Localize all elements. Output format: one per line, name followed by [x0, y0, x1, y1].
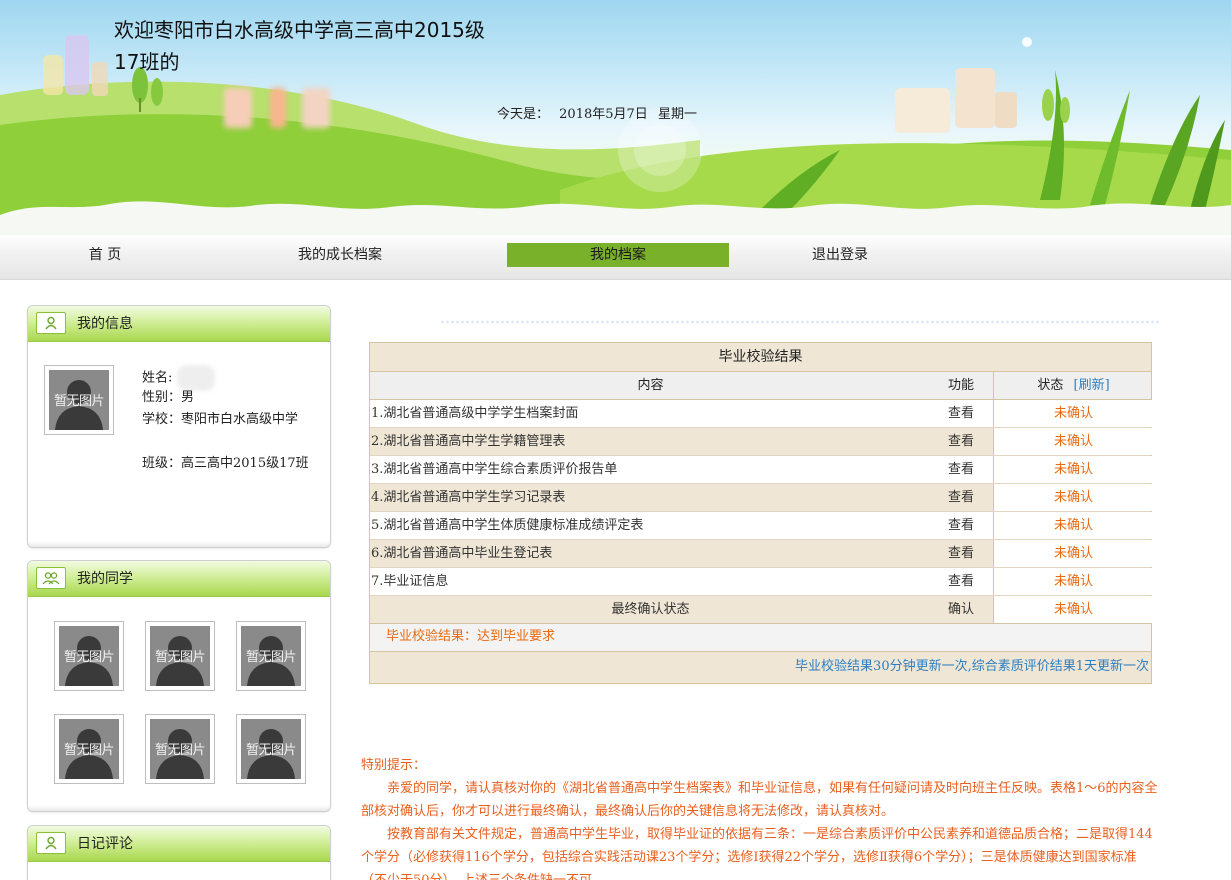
today-date: 今天是： 2018年5月7日 星期一: [497, 103, 703, 122]
row-content: 4.湖北省普通高中学生学习记录表: [371, 490, 566, 505]
nav-item-logout[interactable]: 退出登录: [780, 243, 900, 267]
avatar-placeholder-caption: 暂无图片: [245, 650, 297, 665]
table-header-row: 内容 功能 状态 [刷新]: [370, 372, 1151, 400]
classmate-avatar[interactable]: 暂无图片: [236, 621, 306, 691]
class-field: 班级：高三高中2015级17班: [142, 456, 309, 471]
table-row: 3.湖北省普通高中学生综合素质评价报告单 查看 未确认: [370, 456, 1153, 484]
avatar-placeholder-caption: 暂无图片: [154, 743, 206, 758]
notice-paragraph: 按教育部有关文件规定，普通高中学生毕业，取得毕业证的依据有三条：一是综合素质评价…: [361, 827, 1153, 880]
my-avatar: 暂无图片: [44, 365, 114, 435]
classmates-title: 我的同学: [77, 571, 133, 587]
avatar-placeholder-caption: 暂无图片: [245, 743, 297, 758]
status-badge: 未确认: [993, 428, 1153, 455]
header-status-label: 状态: [1037, 378, 1064, 393]
row-content: 1.湖北省普通高级中学学生档案封面: [371, 406, 579, 421]
classmates-header: 我的同学: [28, 561, 330, 597]
special-notice: 特别提示： 亲爱的同学，请认真核对你的《湖北省普通高中学生档案表》和毕业证信息，…: [361, 754, 1161, 880]
status-badge: 未确认: [993, 484, 1153, 511]
table-row: 2.湖北省普通高中学生学籍管理表 查看 未确认: [370, 428, 1153, 456]
nav-item-growth-archive[interactable]: 我的成长档案: [270, 243, 410, 267]
view-link[interactable]: 查看: [930, 456, 992, 483]
school-field: 学校：枣阳市白水高级中学: [142, 412, 299, 427]
group-icon: [36, 567, 66, 589]
avatar-placeholder-caption: 暂无图片: [63, 650, 115, 665]
status-badge: 未确认: [993, 456, 1153, 483]
main-nav: 首 页 我的成长档案 我的档案 退出登录: [0, 235, 1231, 280]
header-content: 内容: [637, 378, 664, 393]
row-content: 6.湖北省普通高中毕业生登记表: [371, 546, 553, 561]
classmates-panel: 我的同学 暂无图片 暂无图片 暂无图片 暂无图片 暂无图片 暂无图片: [27, 560, 331, 812]
status-badge: 未确认: [993, 512, 1153, 539]
view-link[interactable]: 查看: [930, 512, 992, 539]
classmate-avatar[interactable]: 暂无图片: [145, 714, 215, 784]
diary-title: 日记评论: [77, 836, 133, 852]
view-link[interactable]: 查看: [930, 484, 992, 511]
table-row: 1.湖北省普通高级中学学生档案封面 查看 未确认: [370, 400, 1153, 428]
header-banner: 欢迎枣阳市白水高级中学高三高中2015级17班的 今天是： 2018年5月7日 …: [0, 0, 1231, 235]
avatar-placeholder-caption: 暂无图片: [63, 743, 115, 758]
row-content: 5.湖北省普通高中学生体质健康标准成绩评定表: [371, 518, 644, 533]
confirm-button[interactable]: 确认: [930, 596, 992, 623]
classmate-avatar[interactable]: 暂无图片: [145, 621, 215, 691]
refresh-link[interactable]: [刷新]: [1074, 378, 1110, 393]
final-label: 最终确认状态: [611, 602, 690, 617]
header-status: 状态 [刷新]: [993, 372, 1153, 399]
avatar-placeholder-caption: 暂无图片: [154, 650, 206, 665]
my-info-panel: 我的信息 暂无图片 姓名: 性别：男 学校：枣阳市白水高级中学 班级：高三高中2…: [27, 305, 331, 548]
graduation-verification-table: 毕业校验结果 内容 功能 状态 [刷新] 1.湖北省普通高级中学学生档案封面 查…: [369, 342, 1153, 684]
row-content: 2.湖北省普通高中学生学籍管理表: [371, 434, 566, 449]
classmate-avatar[interactable]: 暂无图片: [54, 621, 124, 691]
name-label: 姓名:: [142, 370, 173, 386]
view-link[interactable]: 查看: [930, 540, 992, 567]
row-content: 3.湖北省普通高中学生综合素质评价报告单: [371, 462, 618, 477]
view-link[interactable]: 查看: [930, 428, 992, 455]
dotted-divider: [440, 319, 1160, 325]
weekday-value: 星期一: [657, 107, 697, 122]
welcome-message: 欢迎枣阳市白水高级中学高三高中2015级17班的: [114, 18, 485, 74]
verification-result: 毕业校验结果：达到毕业要求: [370, 624, 1151, 652]
notice-heading: 特别提示：: [361, 758, 427, 773]
today-label: 今天是：: [497, 107, 550, 122]
table-row: 4.湖北省普通高中学生学习记录表 查看 未确认: [370, 484, 1153, 512]
date-value: 2018年5月7日: [559, 107, 648, 122]
avatar-placeholder-caption: 暂无图片: [53, 394, 105, 409]
classmate-avatar[interactable]: 暂无图片: [236, 714, 306, 784]
final-status-badge: 未确认: [993, 596, 1153, 623]
view-link[interactable]: 查看: [930, 568, 992, 595]
my-info-header: 我的信息: [28, 306, 330, 342]
final-confirm-row: 最终确认状态 确认 未确认: [370, 596, 1153, 624]
notice-paragraph: 亲爱的同学，请认真核对你的《湖北省普通高中学生档案表》和毕业证信息，如果有任何疑…: [361, 781, 1158, 819]
table-row: 7.毕业证信息 查看 未确认: [370, 568, 1153, 596]
nav-item-home[interactable]: 首 页: [40, 243, 170, 267]
status-badge: 未确认: [993, 568, 1153, 595]
gender-field: 性别：男: [142, 390, 195, 405]
diary-header: 日记评论: [28, 826, 330, 862]
nav-item-my-archive[interactable]: 我的档案: [507, 243, 729, 267]
user-icon: [36, 832, 66, 854]
status-badge: 未确认: [993, 400, 1153, 427]
verification-title: 毕业校验结果: [370, 343, 1151, 372]
header-function: 功能: [947, 378, 974, 393]
table-row: 5.湖北省普通高中学生体质健康标准成绩评定表 查看 未确认: [370, 512, 1153, 540]
update-frequency-note: 毕业校验结果30分钟更新一次,综合素质评价结果1天更新一次: [370, 652, 1151, 683]
status-badge: 未确认: [993, 540, 1153, 567]
table-row: 6.湖北省普通高中毕业生登记表 查看 未确认: [370, 540, 1153, 568]
user-icon: [36, 312, 66, 334]
student-name-redacted: [224, 88, 332, 132]
view-link[interactable]: 查看: [930, 400, 992, 427]
diary-comments-panel: 日记评论: [27, 825, 331, 880]
my-info-title: 我的信息: [77, 316, 133, 332]
row-content: 7.毕业证信息: [371, 574, 449, 589]
classmate-avatar[interactable]: 暂无图片: [54, 714, 124, 784]
